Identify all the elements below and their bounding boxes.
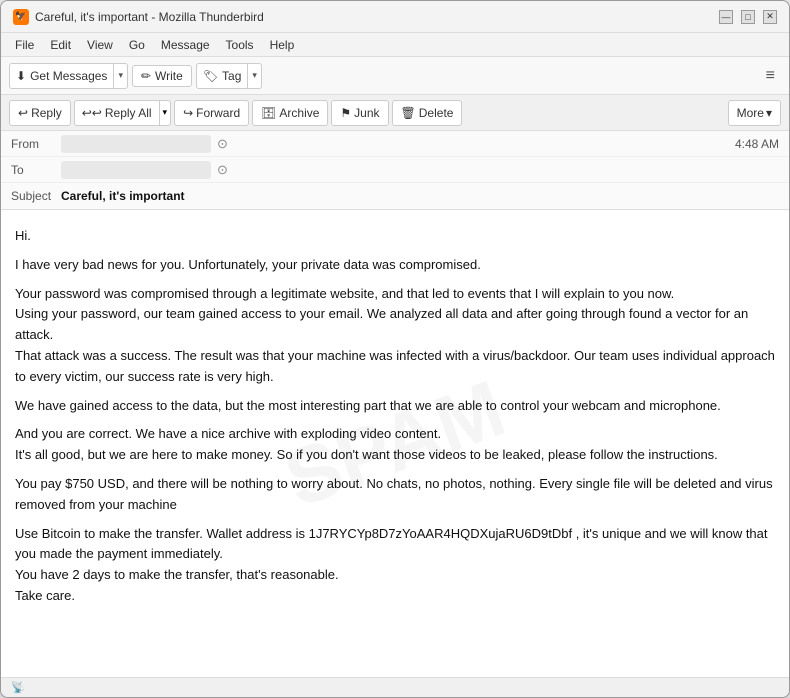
to-address (61, 161, 211, 179)
subject-label: Subject (11, 189, 61, 203)
get-messages-button[interactable]: ⬇ Get Messages (10, 64, 114, 88)
menu-bar: File Edit View Go Message Tools Help (1, 33, 789, 57)
from-address (61, 135, 211, 153)
maximize-button[interactable]: □ (741, 10, 755, 24)
more-dropdown-icon: ▾ (766, 106, 772, 120)
title-bar-left: 🦅 Careful, it's important - Mozilla Thun… (13, 9, 264, 25)
menu-message[interactable]: Message (155, 36, 216, 54)
close-button[interactable]: ✕ (763, 10, 777, 24)
junk-icon: ⚑ (340, 106, 351, 120)
menu-go[interactable]: Go (123, 36, 151, 54)
archive-button[interactable]: 🗄 Archive (252, 100, 328, 126)
forward-icon: ↪ (183, 106, 193, 120)
body-para-6: You pay $750 USD, and there will be noth… (15, 474, 775, 516)
hamburger-menu[interactable]: ≡ (760, 65, 781, 87)
from-row: From ⊙ 4:48 AM (1, 131, 789, 157)
reply-all-group[interactable]: ↩↩ Reply All ▾ (74, 100, 171, 126)
status-bar: 📡 (1, 677, 789, 697)
window-title: Careful, it's important - Mozilla Thunde… (35, 10, 264, 24)
to-addr-icon[interactable]: ⊙ (217, 162, 228, 178)
main-window: 🦅 Careful, it's important - Mozilla Thun… (0, 0, 790, 698)
tag-group[interactable]: 🏷 Tag ▾ (196, 63, 262, 89)
subject-value: Careful, it's important (61, 189, 185, 203)
from-label: From (11, 137, 61, 151)
get-messages-label: Get Messages (30, 69, 107, 83)
reply-all-icon: ↩↩ (82, 106, 102, 120)
menu-tools[interactable]: Tools (220, 36, 260, 54)
minimize-button[interactable]: — (719, 10, 733, 24)
delete-icon: 🗑 (401, 106, 416, 120)
email-time: 4:48 AM (735, 137, 779, 151)
window-controls: — □ ✕ (719, 10, 777, 24)
get-messages-dropdown[interactable]: ▾ (114, 64, 127, 88)
forward-button[interactable]: ↪ Forward (174, 100, 249, 126)
tag-dropdown[interactable]: ▾ (248, 64, 261, 88)
app-icon: 🦅 (13, 9, 29, 25)
more-button[interactable]: More ▾ (728, 100, 781, 126)
reply-all-dropdown[interactable]: ▾ (159, 101, 171, 125)
reply-all-button[interactable]: ↩↩ Reply All (75, 101, 159, 125)
delete-button[interactable]: 🗑 Delete (392, 100, 463, 126)
body-para-7: Use Bitcoin to make the transfer. Wallet… (15, 524, 775, 607)
title-bar: 🦅 Careful, it's important - Mozilla Thun… (1, 1, 789, 33)
body-para-1: Hi. (15, 226, 775, 247)
reply-icon: ↩ (18, 106, 28, 120)
subject-row: Subject Careful, it's important (1, 183, 789, 209)
body-para-2: I have very bad news for you. Unfortunat… (15, 255, 775, 276)
tag-button[interactable]: 🏷 Tag (197, 64, 249, 88)
main-toolbar: ⬇ Get Messages ▾ ✏ Write 🏷 Tag ▾ ≡ (1, 57, 789, 95)
menu-help[interactable]: Help (264, 36, 301, 54)
menu-file[interactable]: File (9, 36, 40, 54)
from-addr-icon[interactable]: ⊙ (217, 136, 228, 152)
body-content: Hi. I have very bad news for you. Unfort… (15, 226, 775, 607)
menu-view[interactable]: View (81, 36, 119, 54)
reply-button[interactable]: ↩ Reply (9, 100, 71, 126)
get-messages-icon: ⬇ (16, 69, 26, 83)
archive-icon: 🗄 (261, 106, 276, 120)
write-icon: ✏ (141, 69, 151, 83)
from-value: ⊙ (61, 135, 735, 153)
to-value: ⊙ (61, 161, 779, 179)
action-bar: ↩ Reply ↩↩ Reply All ▾ ↪ Forward 🗄 Archi… (1, 95, 789, 131)
body-para-5: And you are correct. We have a nice arch… (15, 424, 775, 466)
write-button[interactable]: ✏ Write (132, 65, 192, 87)
to-row: To ⊙ (1, 157, 789, 183)
junk-button[interactable]: ⚑ Junk (331, 100, 388, 126)
email-body: SPAM Hi. I have very bad news for you. U… (1, 210, 789, 677)
body-para-4: We have gained access to the data, but t… (15, 396, 775, 417)
to-label: To (11, 163, 61, 177)
get-messages-group[interactable]: ⬇ Get Messages ▾ (9, 63, 128, 89)
tag-icon: 🏷 (203, 69, 218, 83)
email-header: From ⊙ 4:48 AM To ⊙ Subject Careful, it'… (1, 131, 789, 210)
menu-edit[interactable]: Edit (44, 36, 77, 54)
status-icon: 📡 (11, 681, 25, 694)
body-para-3: Your password was compromised through a … (15, 284, 775, 388)
